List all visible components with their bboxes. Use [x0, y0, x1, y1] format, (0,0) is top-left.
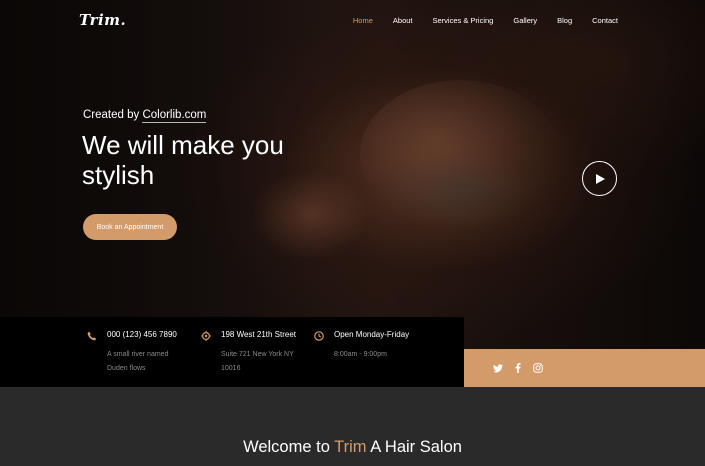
phone-desc: A small river named Duden flows	[107, 348, 168, 376]
created-by-prefix: Created by	[83, 109, 143, 121]
play-icon	[596, 173, 605, 184]
welcome-brand: Trim	[334, 438, 367, 456]
colorlib-link[interactable]: Colorlib.com	[142, 109, 207, 123]
hours-desc: 8:00am - 9:00pm	[334, 348, 387, 362]
address-street: 198 West 21th Street	[221, 330, 297, 339]
social-bar	[464, 349, 705, 387]
address-line1: Suite 721 New York NY	[221, 351, 294, 358]
phone-number[interactable]: 000 (123) 456 7890	[107, 330, 177, 339]
address-line2: 10016	[221, 365, 241, 372]
main-nav: Home About Services & Pricing Gallery Bl…	[333, 16, 618, 25]
welcome-heading: Welcome to Trim A Hair Salon	[0, 438, 705, 457]
address-desc: Suite 721 New York NY 10016	[221, 348, 294, 376]
instagram-icon[interactable]	[533, 363, 543, 373]
location-icon	[201, 331, 211, 341]
nav-services-pricing[interactable]: Services & Pricing	[433, 16, 494, 25]
play-video-button[interactable]	[582, 161, 617, 196]
hours-line1: 8:00am - 9:00pm	[334, 351, 387, 358]
nav-contact[interactable]: Contact	[592, 16, 618, 25]
site-logo[interactable]: Trim.	[79, 11, 126, 29]
facebook-icon[interactable]	[513, 363, 523, 373]
nav-blog[interactable]: Blog	[557, 16, 572, 25]
twitter-icon[interactable]	[493, 363, 503, 373]
phone-icon	[87, 331, 97, 341]
welcome-prefix: Welcome to	[243, 438, 335, 456]
info-bar: 000 (123) 456 7890 A small river named D…	[0, 317, 464, 387]
hours-title: Open Monday-Friday	[334, 330, 410, 339]
clock-icon	[314, 331, 324, 341]
phone-desc-line1: A small river named	[107, 351, 169, 358]
hero-headline: We will make you stylish	[82, 130, 284, 190]
created-by: Created by Colorlib.com	[83, 109, 207, 123]
nav-home[interactable]: Home	[353, 16, 373, 25]
nav-gallery[interactable]: Gallery	[513, 16, 537, 25]
welcome-suffix: A Hair Salon	[366, 438, 462, 456]
nav-about[interactable]: About	[393, 16, 413, 25]
phone-desc-line2: Duden flows	[107, 365, 146, 372]
book-appointment-button[interactable]: Book an Appointment	[83, 214, 177, 240]
